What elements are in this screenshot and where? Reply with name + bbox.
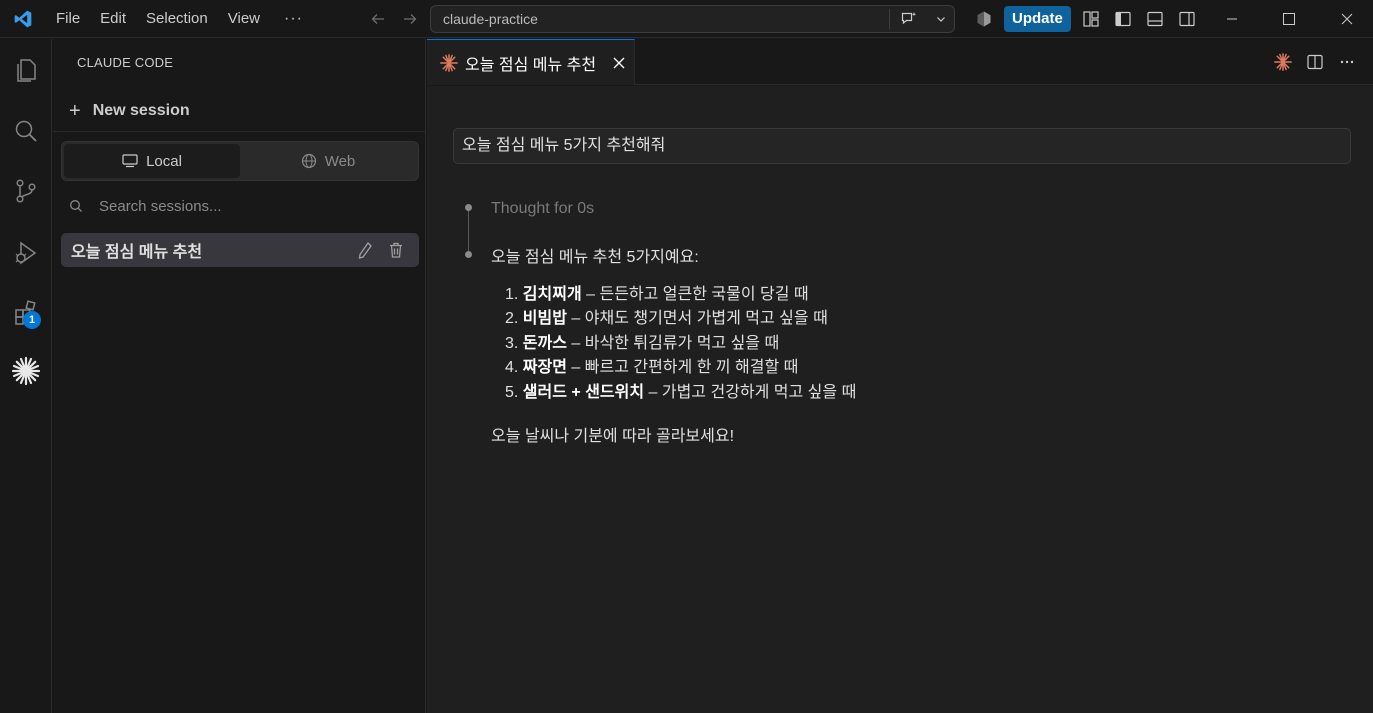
- title-bar: File Edit Selection View ··· claude-prac…: [0, 0, 1373, 38]
- monitor-icon: [122, 154, 138, 168]
- more-actions-icon[interactable]: [1331, 39, 1363, 85]
- search-sessions-input[interactable]: Search sessions...: [69, 195, 222, 217]
- tab-local-label: Local: [146, 152, 182, 170]
- new-session-button[interactable]: + New session: [69, 99, 190, 123]
- globe-icon: [301, 153, 316, 169]
- menu-view[interactable]: View: [218, 0, 270, 38]
- claude-icon[interactable]: [0, 343, 52, 399]
- chat-panel: 오늘 점심 메뉴 5가지 추천해줘 Thought for 0s 오늘 점심 메…: [427, 86, 1373, 713]
- run-debug-icon[interactable]: [0, 225, 52, 281]
- edit-pencil-icon[interactable]: [349, 233, 380, 267]
- tab-web-label: Web: [324, 152, 356, 170]
- trash-icon[interactable]: [380, 233, 411, 267]
- recommendation-list: 1. 김치찌개 – 든든하고 얼큰한 국물이 당길 때 2. 비빔밥 – 야채도…: [505, 283, 856, 405]
- chevron-down-icon[interactable]: [928, 13, 954, 25]
- update-button[interactable]: Update: [1004, 6, 1071, 32]
- command-center[interactable]: claude-practice: [430, 5, 955, 33]
- timeline-dot: [465, 251, 472, 258]
- close-icon[interactable]: [604, 56, 634, 70]
- toggle-primary-sidebar-icon[interactable]: [1107, 0, 1139, 38]
- session-item-label: 오늘 점심 메뉴 추천: [71, 244, 203, 261]
- session-item[interactable]: 오늘 점심 메뉴 추천: [61, 233, 419, 267]
- command-center-text: claude-practice: [443, 11, 538, 27]
- source-control-icon[interactable]: [0, 163, 52, 219]
- toggle-secondary-sidebar-icon[interactable]: [1171, 0, 1203, 38]
- menu-name: 비빔밥: [522, 310, 567, 328]
- menu-name: 돈까스: [522, 334, 567, 352]
- chat-sparkle-icon[interactable]: [890, 10, 928, 28]
- activity-bar: 1: [0, 39, 52, 713]
- menu-name: 짜장면: [522, 359, 567, 377]
- menu-edit[interactable]: Edit: [90, 0, 136, 38]
- extensions-badge: 1: [23, 311, 41, 329]
- back-arrow-icon[interactable]: [362, 0, 394, 38]
- list-item: 4. 짜장면 – 빠르고 간편하게 한 끼 해결할 때: [505, 359, 799, 377]
- plus-icon: +: [69, 99, 81, 122]
- list-item: 2. 비빔밥 – 야채도 챙기면서 가볍게 먹고 싶을 때: [505, 310, 828, 328]
- timeline-line: [468, 208, 469, 254]
- copilot-icon[interactable]: [968, 0, 1000, 38]
- claude-action-icon[interactable]: [1267, 39, 1299, 85]
- menu-more[interactable]: ···: [270, 0, 317, 38]
- split-editor-icon[interactable]: [1299, 39, 1331, 85]
- sidebar-title: CLAUDE CODE: [77, 55, 174, 70]
- search-icon: [70, 200, 82, 212]
- explorer-icon[interactable]: [0, 42, 52, 98]
- divider: [53, 131, 426, 132]
- tab-label: 오늘 점심 메뉴 추천: [465, 56, 597, 74]
- list-item: 3. 돈까스 – 바삭한 튀김류가 먹고 싶을 때: [505, 334, 780, 352]
- close-window-icon[interactable]: [1318, 0, 1373, 38]
- list-item: 5. 샐러드 + 샌드위치 – 가볍고 건강하게 먹고 싶을 때: [505, 383, 857, 401]
- list-item: 1. 김치찌개 – 든든하고 얼큰한 국물이 당길 때: [505, 286, 809, 303]
- forward-arrow-icon[interactable]: [394, 0, 426, 38]
- search-sessions-placeholder: Search sessions...: [99, 197, 222, 215]
- response-intro: 오늘 점심 메뉴 추천 5가지예요:: [491, 249, 699, 266]
- tab-lunch-recommendation[interactable]: 오늘 점심 메뉴 추천: [427, 39, 635, 85]
- tab-local[interactable]: Local: [64, 144, 240, 178]
- vscode-logo-icon: [0, 0, 46, 38]
- maximize-icon[interactable]: [1260, 0, 1318, 38]
- minimize-icon[interactable]: [1203, 0, 1261, 38]
- claude-tab-icon: [440, 53, 458, 72]
- session-source-toggle: Local Web: [61, 141, 419, 181]
- editor-tab-bar: 오늘 점심 메뉴 추천: [427, 39, 1373, 85]
- menu-name: 김치찌개: [522, 286, 582, 303]
- new-session-label: New session: [92, 102, 190, 119]
- menu-selection[interactable]: Selection: [136, 0, 218, 38]
- timeline-dot: [465, 204, 472, 211]
- menu-name: 샐러드 + 샌드위치: [522, 383, 645, 401]
- customize-layout-icon[interactable]: [1075, 0, 1107, 38]
- user-prompt-message: 오늘 점심 메뉴 5가지 추천해줘: [453, 128, 1351, 164]
- tab-web[interactable]: Web: [240, 144, 416, 178]
- thought-indicator[interactable]: Thought for 0s: [491, 200, 594, 218]
- response-outro: 오늘 날씨나 기분에 따라 골라보세요!: [491, 428, 735, 445]
- sidebar: CLAUDE CODE + New session Local Web Sear…: [53, 39, 426, 713]
- menu-file[interactable]: File: [46, 0, 90, 38]
- toggle-panel-icon[interactable]: [1139, 0, 1171, 38]
- search-icon[interactable]: [0, 103, 52, 159]
